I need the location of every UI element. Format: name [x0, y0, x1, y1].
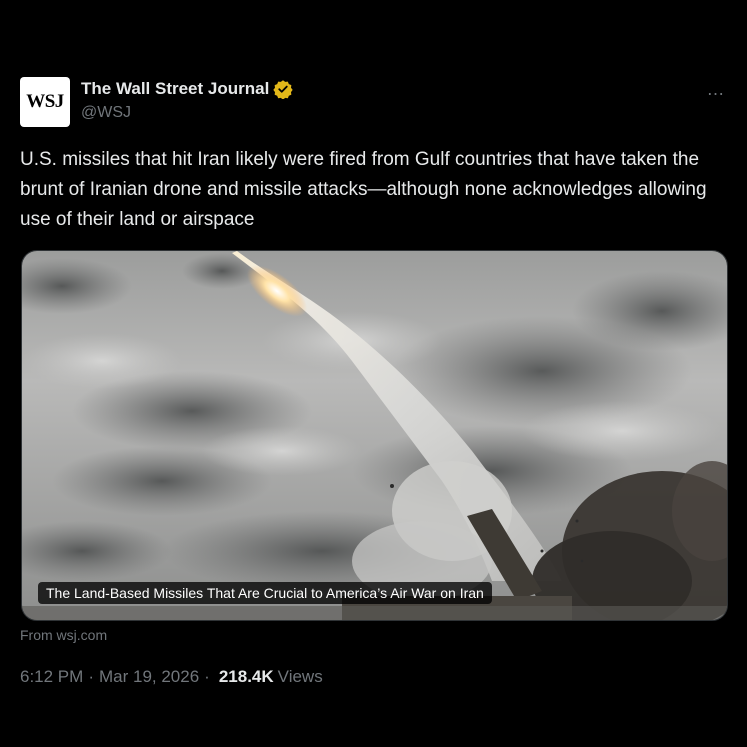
tweet-text: U.S. missiles that hit Iran likely were …: [20, 149, 707, 230]
post-date[interactable]: Mar 19, 2026: [99, 667, 199, 687]
tweet: WSJ The Wall Street Journal @WSJ … U.S. …: [0, 0, 747, 747]
avatar-logo-text: WSJ: [26, 91, 64, 112]
missile-launch-photo: [22, 251, 727, 620]
views-count[interactable]: 218.4K: [219, 667, 274, 687]
link-card-title[interactable]: The Land-Based Missiles That Are Crucial…: [38, 582, 492, 604]
verified-badge-icon: [273, 79, 293, 100]
author-name-row[interactable]: The Wall Street Journal: [81, 79, 293, 100]
link-source[interactable]: From wsj.com: [20, 627, 107, 643]
tweet-meta: 6:12 PM · Mar 19, 2026 · 218.4K Views: [20, 667, 323, 687]
more-options-icon[interactable]: …: [704, 79, 728, 99]
views-label: Views: [277, 667, 323, 686]
avatar[interactable]: WSJ: [20, 77, 70, 127]
author-handle[interactable]: @WSJ: [81, 104, 131, 122]
meta-separator: ·: [88, 667, 94, 686]
post-time[interactable]: 6:12 PM: [20, 667, 83, 687]
link-card-image[interactable]: The Land-Based Missiles That Are Crucial…: [21, 250, 728, 621]
author-name[interactable]: The Wall Street Journal: [81, 79, 269, 99]
meta-separator: ·: [204, 667, 210, 686]
